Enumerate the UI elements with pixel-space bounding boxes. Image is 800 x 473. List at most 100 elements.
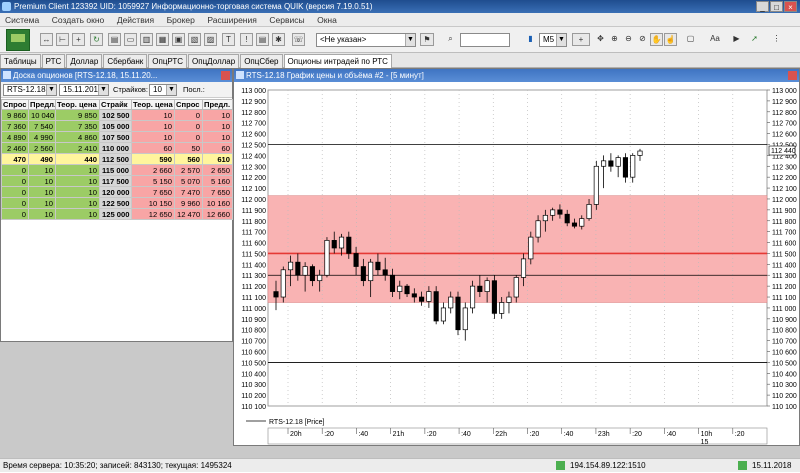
portfolio-icon[interactable]: ▣ — [172, 33, 185, 46]
table-row[interactable]: 0 10 10 122 500 10 150 9 960 10 160 — [1, 197, 233, 209]
menu-broker[interactable]: Брокер — [162, 13, 200, 27]
tab-opc-rts[interactable]: ОпцРТС — [148, 54, 188, 68]
col-header[interactable]: Спрос Р — [174, 99, 203, 110]
table-cell[interactable]: 590 — [131, 153, 175, 165]
table-cell[interactable]: 12 470 — [174, 208, 203, 220]
crosshair-icon[interactable]: + — [572, 33, 590, 46]
news-icon[interactable]: ▤ — [256, 33, 269, 46]
tab-opc-dollar[interactable]: ОпцДоллар — [188, 54, 240, 68]
table-row[interactable]: 7 360 7 540 7 350 105 000 10 0 10 — [1, 120, 233, 132]
table-cell[interactable]: 9 850 — [55, 109, 100, 121]
move-icon[interactable]: ✥ — [594, 33, 607, 46]
table-cell[interactable]: 0 — [1, 175, 29, 187]
table-cell[interactable]: 10 160 — [202, 197, 233, 209]
table-cell[interactable]: 10 — [55, 197, 100, 209]
hand-tool-icon[interactable]: ✋ — [650, 33, 663, 46]
table-cell[interactable]: 10 — [131, 109, 175, 121]
col-header[interactable]: Теор. цена Р — [131, 99, 175, 110]
table-cell[interactable]: 10 040 — [28, 109, 56, 121]
candlestick-chart[interactable]: 113 000 113 000 112 900 112 900 112 800 112 8… — [234, 82, 799, 445]
table-cell[interactable]: 0 — [174, 109, 203, 121]
col-header[interactable]: Теор. цена С — [55, 99, 100, 110]
table-cell[interactable]: 9 960 — [174, 197, 203, 209]
table-cell[interactable]: 7 470 — [174, 186, 203, 198]
col-header[interactable]: Спрос С — [1, 99, 29, 110]
close-icon[interactable] — [221, 71, 230, 80]
settings-icon[interactable]: ✱ — [272, 33, 285, 46]
col-header[interactable]: Предл. — [202, 99, 233, 110]
table-cell[interactable]: 2 660 — [131, 164, 175, 176]
text-tool-icon[interactable]: T — [222, 33, 235, 46]
menu-services[interactable]: Сервисы — [264, 13, 309, 27]
candles-chart-icon[interactable]: ▮ — [524, 33, 537, 46]
table-cell[interactable]: 2 650 — [202, 164, 233, 176]
table-row[interactable]: 0 10 10 125 000 12 650 12 470 12 660 — [1, 208, 233, 220]
table-cell[interactable]: 12 650 — [131, 208, 175, 220]
table-cell[interactable]: 10 — [202, 109, 233, 121]
table-cell[interactable]: 4 990 — [28, 131, 56, 143]
table-cell[interactable]: 105 000 — [99, 120, 132, 132]
table-cell[interactable]: 7 350 — [55, 120, 100, 132]
table-cell[interactable]: 107 500 — [99, 131, 132, 143]
table-cell[interactable]: 60 — [202, 142, 233, 154]
table-cell[interactable]: 50 — [174, 142, 203, 154]
new-order-icon[interactable]: + — [72, 33, 85, 46]
table-cell[interactable]: 5 160 — [202, 175, 233, 187]
pointer-tool-icon[interactable]: ☝ — [664, 33, 677, 46]
table-cell[interactable]: 10 — [28, 197, 56, 209]
pin-icon[interactable]: ⊢ — [56, 33, 69, 46]
connect-icon[interactable]: ↔ — [40, 33, 53, 46]
table-cell[interactable]: 4 860 — [55, 131, 100, 143]
table-row[interactable]: 0 10 10 117 500 5 150 5 070 5 160 — [1, 175, 233, 187]
menu-extensions[interactable]: Расширения — [202, 13, 261, 27]
table-cell[interactable]: 110 000 — [99, 142, 132, 154]
trend-tool-icon[interactable]: ➚ — [748, 33, 761, 46]
col-header[interactable]: Страйк — [99, 99, 132, 110]
close-button[interactable]: × — [784, 1, 797, 12]
table-cell[interactable]: 0 — [174, 131, 203, 143]
more-tools-icon[interactable]: ⋮ — [770, 33, 783, 46]
table-cell[interactable]: 125 000 — [99, 208, 132, 220]
table-cell[interactable]: 4 890 — [1, 131, 29, 143]
table-cell[interactable]: 2 460 — [1, 142, 29, 154]
menu-create-window[interactable]: Создать окно — [47, 13, 110, 27]
table-cell[interactable]: 10 — [55, 164, 100, 176]
table-cell[interactable]: 5 150 — [131, 175, 175, 187]
table-cell[interactable]: 10 — [28, 208, 56, 220]
table-cell[interactable]: 10 — [28, 175, 56, 187]
window-icon[interactable]: ▭ — [124, 33, 137, 46]
chat-icon[interactable]: ☏ — [292, 33, 305, 46]
orders-icon[interactable]: ▨ — [204, 33, 217, 46]
minimize-button[interactable]: _ — [756, 1, 769, 12]
table-cell[interactable]: 10 — [131, 120, 175, 132]
table-cell[interactable]: 7 540 — [28, 120, 56, 132]
refresh-icon[interactable]: ↻ — [90, 33, 103, 46]
search-icon[interactable]: ⌕ — [444, 33, 457, 46]
table-cell[interactable]: 10 — [28, 186, 56, 198]
table-cell[interactable]: 10 — [131, 131, 175, 143]
account-details-icon[interactable]: ⚑ — [420, 33, 434, 46]
strikes-count-select[interactable]: 10 ▼ — [149, 84, 177, 96]
table-cell[interactable]: 560 — [174, 153, 203, 165]
table-cell[interactable]: 12 660 — [202, 208, 233, 220]
table-cell[interactable]: 440 — [55, 153, 100, 165]
table-cell[interactable]: 112 500 — [99, 153, 132, 165]
expiry-select[interactable]: 15.11.2018 ▼ — [59, 84, 109, 96]
table-cell[interactable]: 5 070 — [174, 175, 203, 187]
account-combo[interactable]: <Не указан> ▼ — [316, 33, 416, 47]
table-cell[interactable]: 0 — [174, 120, 203, 132]
menu-system[interactable]: Система — [0, 13, 44, 27]
table-row[interactable]: 0 10 10 120 000 7 650 7 470 7 650 — [1, 186, 233, 198]
timeframe-select[interactable]: M5 ▼ — [539, 33, 567, 47]
table-cell[interactable]: 9 860 — [1, 109, 29, 121]
table-cell[interactable]: 10 — [55, 175, 100, 187]
table-row[interactable]: 4 890 4 990 4 860 107 500 10 0 10 — [1, 131, 233, 143]
table-cell[interactable]: 10 — [28, 164, 56, 176]
table-cell[interactable]: 117 500 — [99, 175, 132, 187]
table-cell[interactable]: 10 — [202, 131, 233, 143]
table-cell[interactable]: 10 150 — [131, 197, 175, 209]
table-cell[interactable]: 0 — [1, 197, 29, 209]
table-row[interactable]: 9 860 10 040 9 850 102 500 10 0 10 — [1, 109, 233, 121]
marker-tool-icon[interactable]: ▶ — [730, 33, 743, 46]
maximize-button[interactable]: □ — [770, 1, 783, 12]
